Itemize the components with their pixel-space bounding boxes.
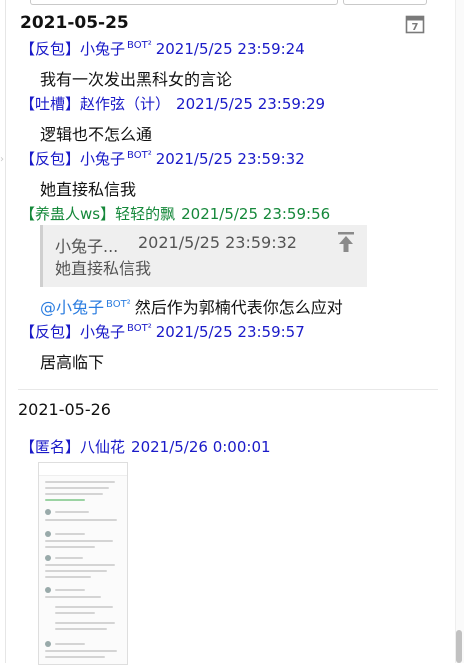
message-tag: 【反包】	[20, 323, 81, 341]
date-header: 2021-05-26	[18, 400, 111, 419]
message-tag: 【吐槽】	[20, 95, 81, 113]
message-tag: 【养蛊人ws】	[20, 205, 116, 223]
thumbnail-text-line	[45, 481, 115, 483]
top-toolbar-stub-left	[30, 0, 338, 5]
thumbnail-avatar	[45, 509, 51, 515]
thumbnail-text-line	[55, 533, 85, 535]
message-text: 她直接私信我	[40, 180, 137, 199]
bot-badge: BOT²	[127, 323, 152, 334]
collapse-arrow-icon[interactable]: ›	[0, 154, 4, 165]
thumbnail-text-line	[55, 612, 95, 614]
thumbnail-text-line	[45, 519, 117, 521]
thumbnail-avatar	[45, 587, 51, 593]
thumbnail-text-line	[45, 499, 85, 501]
thumbnail-text-line	[45, 487, 109, 489]
message-username[interactable]: 八仙花	[80, 438, 125, 456]
message-username[interactable]: 小兔子	[80, 323, 125, 341]
quote-username: 小兔子...	[55, 237, 119, 256]
thumbnail-text-line	[45, 650, 117, 652]
reply-line: @小兔子 BOT² 然后作为郭楠代表你怎么应对	[40, 294, 343, 318]
message-time: 2021/5/25 23:59:32	[155, 150, 305, 168]
thumbnail-text-line	[55, 606, 113, 608]
thumbnail-status-bar	[39, 463, 127, 476]
reply-text: 然后作为郭楠代表你怎么应对	[134, 298, 343, 317]
message-tag: 【匿名】	[20, 438, 81, 456]
thumbnail-text-line	[45, 576, 91, 578]
thumbnail-text-line	[55, 622, 115, 624]
thumbnail-text-line	[45, 546, 95, 548]
message-text: 居高临下	[40, 353, 105, 372]
message-username[interactable]: 轻轻的飘	[115, 205, 175, 223]
thumbnail-avatar	[45, 555, 51, 561]
thumbnail-text-line	[55, 628, 107, 630]
date-header: 2021-05-25	[20, 13, 129, 33]
day-divider	[18, 389, 438, 390]
message-text: 我有一次发出黑科女的言论	[40, 70, 233, 89]
quote-time: 2021/5/25 23:59:32	[138, 233, 297, 252]
thumbnail-text-line	[45, 493, 103, 495]
thumbnail-text-line	[55, 557, 83, 559]
message-header: 【反包】小兔子 BOT² 2021/5/25 23:59:32	[20, 148, 305, 169]
scrollbar-thumb[interactable]	[456, 630, 462, 663]
thumbnail-avatar	[45, 641, 51, 647]
message-time: 2021/5/26 0:00:01	[131, 438, 271, 456]
svg-text:7: 7	[412, 22, 419, 33]
message-text: 逻辑也不怎么通	[40, 125, 153, 144]
thumbnail-text-line	[55, 643, 85, 645]
bot-badge: BOT²	[127, 150, 152, 161]
message-tag: 【反包】	[20, 40, 81, 58]
quoted-message[interactable]: 小兔子... 2021/5/25 23:59:32 她直接私信我	[40, 225, 367, 287]
message-header: 【反包】小兔子 BOT² 2021/5/25 23:59:57	[20, 321, 305, 342]
quote-text: 她直接私信我	[55, 259, 152, 278]
message-header: 【反包】小兔子 BOT² 2021/5/25 23:59:24	[20, 38, 305, 59]
message-time: 2021/5/25 23:59:57	[155, 323, 305, 341]
calendar-icon[interactable]: 7	[405, 14, 425, 34]
pin-top-icon[interactable]	[337, 231, 355, 253]
thumbnail-avatar	[45, 531, 51, 537]
message-tag: 【反包】	[20, 150, 81, 168]
thumbnail-text-line	[55, 511, 89, 513]
message-time: 2021/5/25 23:59:56	[181, 205, 331, 223]
message-header: 【养蛊人ws】轻轻的飘 2021/5/25 23:59:56	[20, 203, 330, 224]
message-username[interactable]: 小兔子	[80, 40, 125, 58]
thumbnail-text-line	[45, 564, 115, 566]
image-thumbnail[interactable]	[38, 462, 128, 665]
message-username[interactable]: 小兔子	[80, 150, 125, 168]
thumbnail-text-line	[45, 596, 101, 598]
mention-link[interactable]: @小兔子	[40, 298, 104, 317]
thumbnail-text-line	[45, 656, 105, 658]
bot-badge: BOT²	[106, 299, 131, 310]
thumbnail-text-line	[45, 540, 113, 542]
message-time: 2021/5/25 23:59:24	[155, 40, 305, 58]
top-toolbar-stub-right[interactable]	[343, 0, 427, 5]
message-header: 【吐槽】赵作弦（计） 2021/5/25 23:59:29	[20, 93, 325, 114]
message-header: 【匿名】八仙花 2021/5/26 0:00:01	[20, 436, 271, 457]
thumbnail-text-line	[55, 589, 85, 591]
left-rail	[5, 0, 6, 663]
thumbnail-text-line	[45, 570, 107, 572]
message-time: 2021/5/25 23:59:29	[176, 95, 326, 113]
scrollbar-track[interactable]	[455, 0, 464, 663]
message-username[interactable]: 赵作弦（计）	[80, 95, 170, 113]
bot-badge: BOT²	[127, 40, 152, 51]
